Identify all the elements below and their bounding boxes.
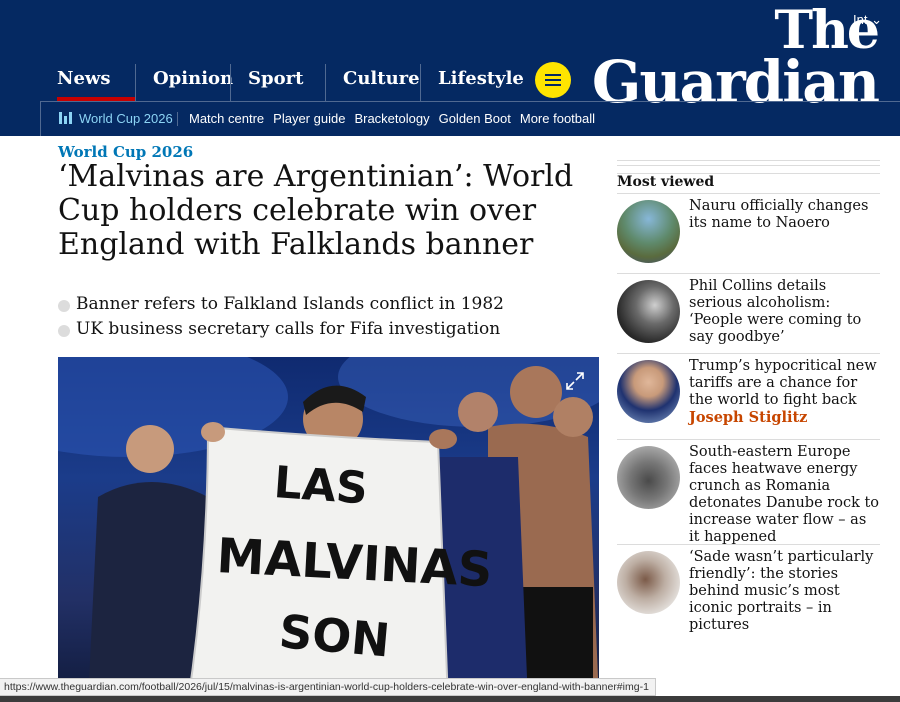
pillar-lifestyle[interactable]: Lifestyle	[420, 64, 524, 101]
most-viewed-item[interactable]: Phil Collins details serious alcoholism:…	[617, 273, 880, 354]
most-viewed-headline-text: Trump’s hypocritical new tariffs are a c…	[689, 358, 877, 408]
standfirst-item: Banner refers to Falkland Islands confli…	[58, 292, 598, 317]
pillar-sport[interactable]: Sport	[230, 64, 325, 101]
link-status-bar: https://www.theguardian.com/football/202…	[0, 678, 656, 696]
subnav-link-bracketology[interactable]: Bracketology	[354, 111, 429, 126]
standfirst-item: UK business secretary calls for Fifa inv…	[58, 317, 598, 342]
most-viewed-headline: Phil Collins details serious alcoholism:…	[689, 278, 862, 345]
hamburger-icon-line	[545, 74, 561, 76]
subnav-links: Match centre Player guide Bracketology G…	[189, 111, 595, 126]
expand-icon[interactable]	[565, 371, 585, 391]
most-viewed-item[interactable]: ‘Sade wasn’t particularly friendly’: the…	[617, 544, 880, 635]
subnav-brand-label: World Cup 2026	[79, 111, 173, 126]
most-viewed-rule	[617, 160, 880, 174]
most-viewed-thumbnail	[617, 446, 680, 509]
most-viewed-thumbnail	[617, 200, 680, 263]
window-bottom-edge	[0, 696, 900, 702]
celebration-photo: LAS MALVINAS SON	[58, 357, 599, 702]
most-viewed-item[interactable]: South-eastern Europe faces heatwave ener…	[617, 439, 880, 545]
subnav-link-more-football[interactable]: More football	[520, 111, 595, 126]
banner-text-line: SON	[277, 604, 392, 667]
pillar-culture[interactable]: Culture	[325, 64, 420, 101]
most-viewed-item[interactable]: Trump’s hypocritical new tariffs are a c…	[617, 353, 880, 440]
subnav-link-golden-boot[interactable]: Golden Boot	[439, 111, 511, 126]
most-viewed-headline: South-eastern Europe faces heatwave ener…	[689, 444, 880, 545]
subnav: World Cup 2026 Match centre Player guide…	[40, 101, 900, 136]
most-viewed-byline: Joseph Stiglitz	[689, 409, 808, 426]
most-viewed-headline: Nauru officially changes its name to Nao…	[689, 198, 869, 231]
banner-text-line: LAS	[272, 457, 369, 514]
subnav-brand[interactable]: World Cup 2026	[59, 111, 173, 126]
most-viewed-title: Most viewed	[617, 174, 715, 190]
subnav-divider	[177, 112, 178, 126]
article-headline: ‘Malvinas are Argentinian’: World Cup ho…	[58, 159, 574, 262]
guardian-logo[interactable]: The Guardian	[592, 5, 880, 112]
subnav-link-player-guide[interactable]: Player guide	[273, 111, 345, 126]
pillar-nav: News Opinion Sport Culture Lifestyle	[40, 64, 524, 101]
hamburger-icon-line	[545, 79, 561, 81]
bar-chart-icon	[59, 112, 73, 124]
most-viewed-item[interactable]: Nauru officially changes its name to Nao…	[617, 193, 880, 274]
most-viewed-thumbnail	[617, 280, 680, 343]
masthead: Int ⌄ The Guardian News Opinion Sport Cu…	[0, 0, 900, 136]
main-image[interactable]: LAS MALVINAS SON	[58, 357, 599, 702]
subnav-link-match-centre[interactable]: Match centre	[189, 111, 264, 126]
most-viewed-headline: ‘Sade wasn’t particularly friendly’: the…	[689, 549, 874, 633]
menu-button[interactable]	[535, 62, 571, 98]
hamburger-icon-line	[545, 84, 561, 86]
pillar-news[interactable]: News	[40, 64, 135, 101]
most-viewed-headline: Trump’s hypocritical new tariffs are a c…	[689, 358, 881, 426]
most-viewed-thumbnail	[617, 360, 680, 423]
most-viewed-thumbnail	[617, 551, 680, 614]
article-standfirst: Banner refers to Falkland Islands confli…	[58, 292, 598, 342]
pillar-opinion[interactable]: Opinion	[135, 64, 233, 101]
